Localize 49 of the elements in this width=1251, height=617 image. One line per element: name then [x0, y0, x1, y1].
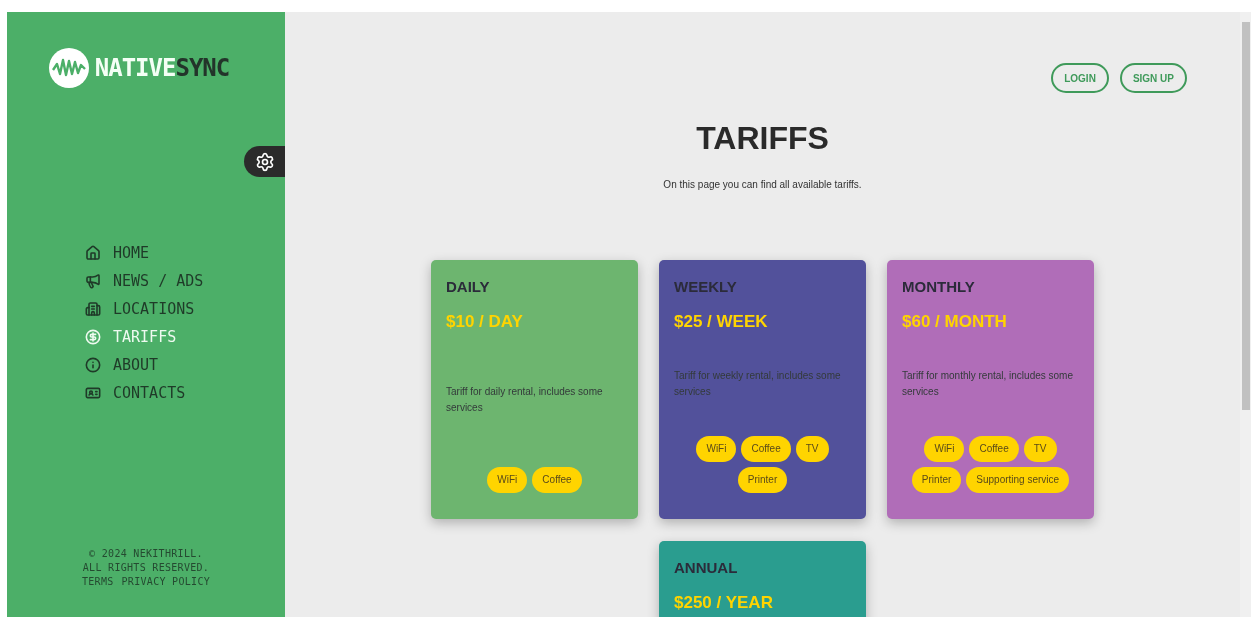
- nav-link[interactable]: HOME: [85, 242, 204, 264]
- copyright-text: © 2024 NEKITHRILL.: [89, 548, 203, 559]
- footer-link[interactable]: PRIVACY POLICY: [121, 576, 211, 587]
- page-title: TARIFFS: [696, 120, 829, 157]
- service-tag: WiFi: [487, 467, 528, 493]
- dollar-circle-icon: [85, 329, 101, 345]
- settings-icon: [254, 151, 275, 172]
- service-tag: WiFi: [924, 436, 965, 462]
- scrollbar-thumb[interactable]: [1242, 22, 1250, 410]
- settings-button[interactable]: [244, 146, 285, 177]
- megaphone-icon: [85, 273, 101, 289]
- tariff-price: $250 / YEAR: [674, 593, 774, 613]
- tariff-description: Tariff for monthly rental, includes some services: [902, 369, 1074, 399]
- nav-link[interactable]: NEWS / ADS: [85, 270, 204, 292]
- tariff-description: Tariff for weekly rental, includes some services: [674, 369, 842, 399]
- scrollbar[interactable]: [1240, 12, 1251, 617]
- wave-logo-icon: [48, 48, 89, 88]
- service-tag: Coffee: [969, 436, 1019, 462]
- logo-text: NATIVE: [94, 54, 176, 82]
- service-tag: WiFi: [696, 436, 737, 462]
- home-icon: [85, 245, 101, 261]
- tariff-name: DAILY: [446, 278, 491, 295]
- info-icon: [85, 357, 101, 373]
- tariff-price: $25 / WEEK: [674, 312, 769, 332]
- signup-button[interactable]: SIGN UP: [1119, 63, 1187, 93]
- tariff-description: Tariff for daily rental, includes some services: [446, 384, 604, 415]
- building-icon: [85, 301, 101, 317]
- login-button[interactable]: LOGIN: [1051, 63, 1109, 93]
- tariff-name: ANNUAL: [674, 559, 739, 576]
- service-tag: TV: [795, 436, 829, 462]
- tariff-price: $10 / DAY: [446, 312, 524, 332]
- nav-link[interactable]: ABOUT: [85, 354, 204, 376]
- tariff-name: WEEKLY: [674, 278, 738, 295]
- nav-link[interactable]: CONTACTS: [85, 382, 204, 404]
- service-tag: Printer: [911, 467, 962, 493]
- service-tag: TV: [1023, 436, 1057, 462]
- rights-text: ALL RIGHTS RESERVED.: [82, 562, 210, 573]
- footer-link[interactable]: TERMS: [81, 576, 114, 587]
- id-card-icon: [85, 385, 101, 401]
- service-tag: Coffee: [741, 436, 791, 462]
- tariff-name: MONTHLY: [902, 278, 976, 295]
- service-tag: Printer: [737, 467, 788, 493]
- service-tag: Coffee: [532, 467, 582, 493]
- tariff-price: $60 / MONTH: [902, 312, 1008, 332]
- nav-link[interactable]: TARIFFS: [85, 326, 204, 348]
- page-subtitle: On this page you can find all available tariffs.: [663, 179, 862, 190]
- logo-text: SYNC: [175, 54, 230, 82]
- nav-link[interactable]: LOCATIONS: [85, 298, 204, 320]
- service-tag: Supporting service: [966, 467, 1070, 493]
